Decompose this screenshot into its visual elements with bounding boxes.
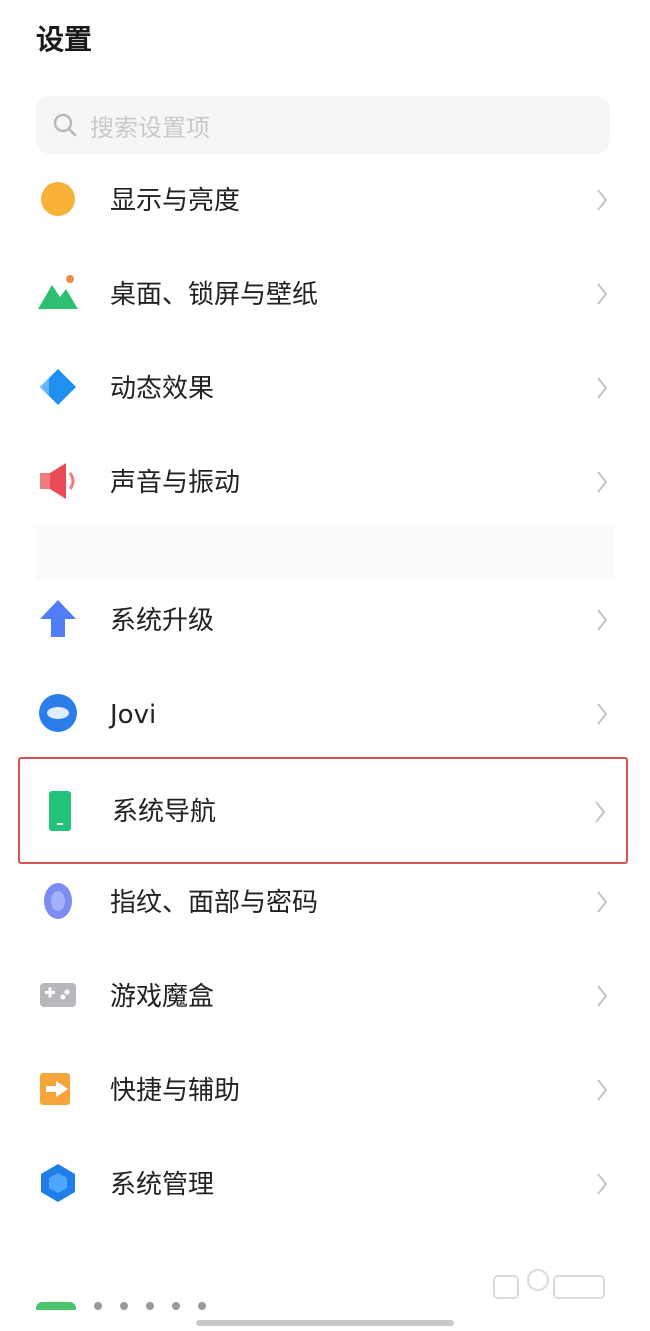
chevron-right-icon: [597, 189, 608, 211]
settings-item-label: 系统升级: [110, 606, 215, 636]
settings-item-game-box[interactable]: 游戏魔盒: [18, 950, 628, 1044]
partial-text-dot: [94, 1302, 102, 1310]
partial-text-dot: [198, 1302, 206, 1310]
sound-vibration-icon: [36, 459, 80, 503]
settings-item-label: 系统管理: [110, 1170, 215, 1200]
section-divider: [36, 525, 614, 580]
chevron-right-icon: [595, 801, 606, 823]
game-box-icon: [36, 973, 80, 1017]
system-navigation-icon: [38, 789, 82, 833]
settings-item-label: 快捷与辅助: [110, 1076, 241, 1106]
settings-item-label: 游戏魔盒: [110, 982, 215, 1012]
watermark-logo: [493, 1269, 605, 1299]
settings-item-display-brightness[interactable]: 显示与亮度: [18, 154, 628, 248]
partial-text-dot: [172, 1302, 180, 1310]
system-management-icon: [36, 1161, 80, 1205]
chevron-right-icon: [597, 283, 608, 305]
wallpaper-icon: [36, 271, 80, 315]
chevron-right-icon: [597, 891, 608, 913]
settings-item-system-upgrade[interactable]: 系统升级: [18, 574, 628, 668]
settings-item-label: 系统导航: [112, 797, 217, 827]
fingerprint-icon: [36, 879, 80, 923]
settings-list: 显示与亮度 桌面、锁屏与壁纸 动态效果 声音与振动 系统升级 Jovi 系统导航…: [0, 0, 650, 1331]
next-item-partial: [36, 1296, 206, 1316]
settings-item-label: 桌面、锁屏与壁纸: [110, 280, 319, 310]
chevron-right-icon: [597, 985, 608, 1007]
chevron-right-icon: [597, 1173, 608, 1195]
settings-item-jovi[interactable]: Jovi: [18, 668, 628, 762]
settings-item-label: 动态效果: [110, 374, 215, 404]
settings-item-label: 指纹、面部与密码: [110, 888, 319, 918]
system-upgrade-icon: [36, 597, 80, 641]
partial-text-dot: [120, 1302, 128, 1310]
settings-item-system-navigation[interactable]: 系统导航: [18, 757, 628, 864]
settings-item-sound-vibration[interactable]: 声音与振动: [18, 436, 628, 530]
motion-effects-icon: [36, 365, 80, 409]
settings-item-shortcuts-accessibility[interactable]: 快捷与辅助: [18, 1044, 628, 1138]
home-indicator[interactable]: [196, 1320, 454, 1326]
partial-text-dot: [146, 1302, 154, 1310]
chevron-right-icon: [597, 471, 608, 493]
jovi-icon: [36, 691, 80, 735]
settings-item-label: 显示与亮度: [110, 186, 241, 216]
display-brightness-icon: [36, 177, 80, 221]
settings-item-label: Jovi: [110, 700, 157, 730]
settings-item-motion-effects[interactable]: 动态效果: [18, 342, 628, 436]
settings-item-system-management[interactable]: 系统管理: [18, 1138, 628, 1232]
settings-item-wallpaper[interactable]: 桌面、锁屏与壁纸: [18, 248, 628, 342]
partial-item-icon: [36, 1302, 76, 1310]
chevron-right-icon: [597, 703, 608, 725]
chevron-right-icon: [597, 609, 608, 631]
shortcuts-accessibility-icon: [36, 1067, 80, 1111]
chevron-right-icon: [597, 1079, 608, 1101]
settings-item-fingerprint-face-password[interactable]: 指纹、面部与密码: [18, 856, 628, 950]
settings-item-label: 声音与振动: [110, 468, 241, 498]
chevron-right-icon: [597, 377, 608, 399]
